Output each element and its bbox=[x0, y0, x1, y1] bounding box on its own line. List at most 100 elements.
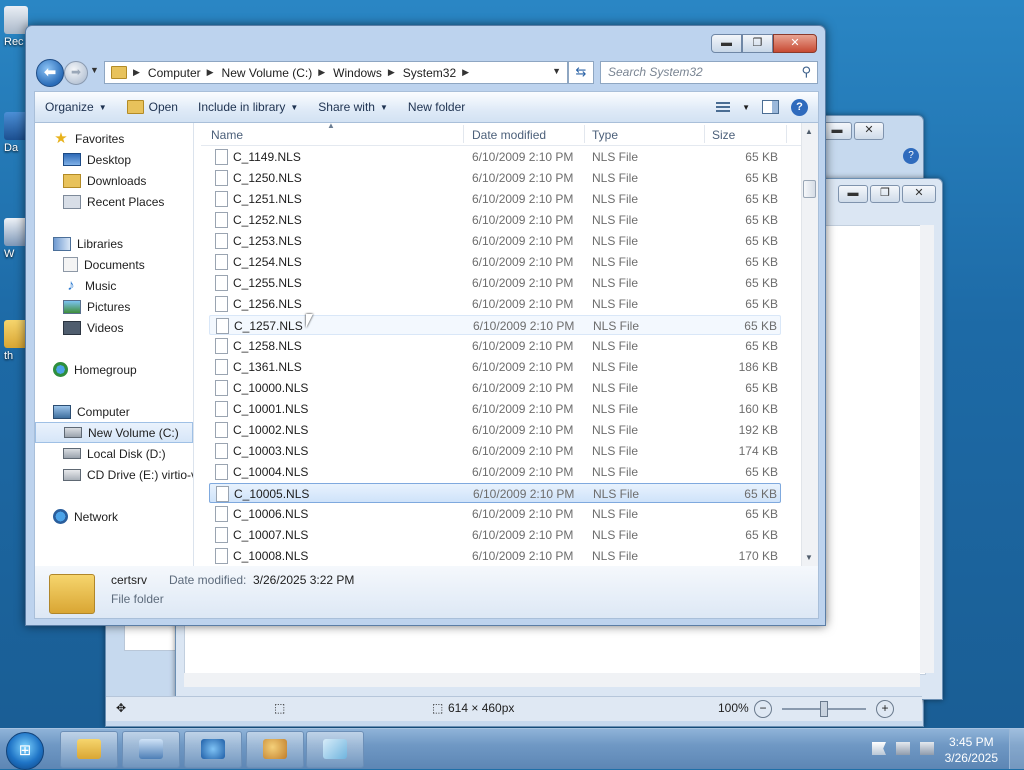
maximize-button[interactable]: ❐ bbox=[742, 34, 773, 53]
close-icon[interactable]: ✕ bbox=[902, 185, 936, 203]
close-icon[interactable]: ✕ bbox=[854, 122, 884, 140]
file-row[interactable]: C_1250.NLS 6/10/2009 2:10 PM NLS File 65 KB bbox=[209, 168, 781, 188]
file-row[interactable]: C_10003.NLS 6/10/2009 2:10 PM NLS File 174 … bbox=[209, 441, 781, 461]
nav-pictures[interactable]: Pictures bbox=[35, 296, 193, 317]
file-row[interactable]: C_1361.NLS 6/10/2009 2:10 PM NLS File 186 K… bbox=[209, 357, 781, 377]
open-button[interactable]: Open bbox=[117, 100, 188, 114]
column-header-date-modified[interactable]: Date modified bbox=[472, 128, 546, 142]
file-row[interactable]: C_1255.NLS 6/10/2009 2:10 PM NLS File 65 KB bbox=[209, 273, 781, 293]
new-folder-button[interactable]: New folder bbox=[398, 100, 475, 114]
nav-network[interactable]: Network bbox=[35, 506, 193, 527]
refresh-button[interactable]: ⇆ bbox=[568, 61, 594, 84]
breadcrumb-new-volume[interactable]: New Volume (C:) bbox=[222, 66, 313, 80]
volume-muted-icon[interactable] bbox=[920, 742, 934, 755]
breadcrumb-windows[interactable]: Windows bbox=[333, 66, 382, 80]
nav-documents[interactable]: Documents bbox=[35, 254, 193, 275]
horizontal-scrollbar[interactable] bbox=[184, 673, 920, 687]
minimize-button[interactable]: ▬ bbox=[711, 34, 742, 53]
help-icon[interactable]: ? bbox=[903, 148, 919, 164]
nav-desktop[interactable]: Desktop bbox=[35, 149, 193, 170]
chevron-right-icon[interactable]: ▶ bbox=[388, 67, 395, 78]
file-row[interactable]: C_10001.NLS 6/10/2009 2:10 PM NLS File 160 … bbox=[209, 399, 781, 419]
taskbar-notepad-button[interactable] bbox=[306, 731, 364, 768]
include-in-library-button[interactable]: Include in library ▼ bbox=[188, 100, 308, 114]
maximize-icon[interactable]: ❐ bbox=[870, 185, 900, 203]
file-row[interactable]: C_10005.NLS 6/10/2009 2:10 PM NLS File 65 K… bbox=[209, 483, 781, 503]
chevron-right-icon[interactable]: ▶ bbox=[462, 67, 469, 78]
file-row[interactable]: C_10008.NLS 6/10/2009 2:10 PM NLS File 170 … bbox=[209, 546, 781, 566]
column-header-name[interactable]: Name bbox=[211, 128, 243, 142]
taskbar-paint-button[interactable] bbox=[246, 731, 304, 768]
address-history-chevron-down-icon[interactable]: ▼ bbox=[552, 66, 561, 76]
recent-pages-chevron-down-icon[interactable]: ▼ bbox=[90, 65, 99, 75]
help-icon[interactable]: ? bbox=[791, 98, 808, 116]
network-status-icon[interactable] bbox=[896, 742, 910, 755]
column-header-size[interactable]: Size bbox=[712, 128, 735, 142]
share-with-button[interactable]: Share with ▼ bbox=[308, 100, 398, 114]
nav-downloads[interactable]: Downloads bbox=[35, 170, 193, 191]
file-row[interactable]: C_10000.NLS 6/10/2009 2:10 PM NLS File 65 K… bbox=[209, 378, 781, 398]
file-row[interactable]: C_10006.NLS 6/10/2009 2:10 PM NLS File 65 K… bbox=[209, 504, 781, 524]
search-icon[interactable]: ⚲ bbox=[801, 64, 811, 80]
start-button[interactable]: ⊞ bbox=[6, 732, 44, 770]
file-row[interactable]: C_1256.NLS 6/10/2009 2:10 PM NLS File 65 KB bbox=[209, 294, 781, 314]
search-input[interactable]: Search System32 bbox=[608, 65, 703, 79]
taskbar-explorer-button[interactable] bbox=[60, 731, 118, 768]
show-desktop-button[interactable] bbox=[1009, 729, 1024, 769]
search-box[interactable]: Search System32 ⚲ bbox=[600, 61, 818, 84]
nav-cd-drive[interactable]: CD Drive (E:) virtio-v bbox=[35, 464, 193, 485]
preview-pane-icon[interactable] bbox=[762, 100, 779, 114]
address-bar[interactable]: ▶ Computer ▶ New Volume (C:) ▶ Windows ▶… bbox=[104, 61, 568, 84]
file-row[interactable]: C_1251.NLS 6/10/2009 2:10 PM NLS File 65 KB bbox=[209, 189, 781, 209]
clock[interactable]: 3:45 PM 3/26/2025 bbox=[945, 734, 998, 766]
column-divider[interactable] bbox=[584, 125, 585, 143]
file-row[interactable]: C_10007.NLS 6/10/2009 2:10 PM NLS File 65 K… bbox=[209, 525, 781, 545]
chevron-right-icon[interactable]: ▶ bbox=[207, 67, 214, 78]
close-button[interactable]: ✕ bbox=[773, 34, 817, 53]
nav-music[interactable]: ♪ Music bbox=[35, 275, 193, 296]
action-center-flag-icon[interactable] bbox=[872, 742, 886, 755]
navigation-pane[interactable]: ★ Favorites Desktop Downloads Recent Plac… bbox=[35, 123, 194, 567]
vertical-scrollbar[interactable]: ▲ ▼ bbox=[801, 123, 818, 567]
file-row[interactable]: C_1254.NLS 6/10/2009 2:10 PM NLS File 65 KB bbox=[209, 252, 781, 272]
organize-button[interactable]: Organize ▼ bbox=[35, 100, 117, 114]
view-details-icon[interactable] bbox=[716, 101, 731, 113]
zoom-out-icon[interactable]: − bbox=[754, 700, 772, 718]
taskbar-network-button[interactable] bbox=[184, 731, 242, 768]
explorer-window[interactable]: ▬ ❐ ✕ ⬅ ➡ ▼ ▶ Computer ▶ New Volume (C:)… bbox=[25, 25, 826, 626]
nav-computer[interactable]: Computer bbox=[35, 401, 193, 422]
nav-libraries[interactable]: Libraries bbox=[35, 233, 193, 254]
chevron-right-icon[interactable]: ▶ bbox=[318, 67, 325, 78]
column-divider[interactable] bbox=[786, 125, 787, 143]
vertical-scrollbar[interactable] bbox=[920, 225, 934, 673]
file-row[interactable]: C_1258.NLS 6/10/2009 2:10 PM NLS File 65 KB bbox=[209, 336, 781, 356]
nav-videos[interactable]: Videos bbox=[35, 317, 193, 338]
breadcrumb-system32[interactable]: System32 bbox=[403, 66, 456, 80]
zoom-in-icon[interactable]: + bbox=[876, 700, 894, 718]
forward-button[interactable]: ➡ bbox=[64, 61, 88, 85]
scrollbar-thumb[interactable] bbox=[803, 180, 816, 198]
taskbar-server-manager-button[interactable] bbox=[122, 731, 180, 768]
nav-local-disk[interactable]: Local Disk (D:) bbox=[35, 443, 193, 464]
column-header-type[interactable]: Type bbox=[592, 128, 618, 142]
scroll-down-arrow-icon[interactable]: ▼ bbox=[805, 553, 813, 562]
nav-recent-places[interactable]: Recent Places bbox=[35, 191, 193, 212]
back-button[interactable]: ⬅ bbox=[36, 59, 64, 87]
minimize-icon[interactable]: ▬ bbox=[838, 185, 868, 203]
column-divider[interactable] bbox=[704, 125, 705, 143]
file-row[interactable]: C_10004.NLS 6/10/2009 2:10 PM NLS File 65 K… bbox=[209, 462, 781, 482]
view-chevron-down-icon[interactable]: ▼ bbox=[742, 103, 750, 112]
file-row[interactable]: C_1257.NLS 6/10/2009 2:10 PM NLS File 65 KB bbox=[209, 315, 781, 335]
breadcrumb-computer[interactable]: Computer bbox=[148, 66, 201, 80]
file-list[interactable]: ▲ Name Date modified Type Size C_1149.NL… bbox=[201, 123, 818, 567]
chevron-right-icon[interactable]: ▶ bbox=[133, 67, 140, 78]
nav-homegroup[interactable]: Homegroup bbox=[35, 359, 193, 380]
file-row[interactable]: C_1253.NLS 6/10/2009 2:10 PM NLS File 65 KB bbox=[209, 231, 781, 251]
minimize-icon[interactable]: ▬ bbox=[822, 122, 852, 140]
nav-new-volume[interactable]: New Volume (C:) bbox=[35, 422, 193, 443]
nav-favorites[interactable]: ★ Favorites bbox=[35, 128, 193, 149]
scroll-up-arrow-icon[interactable]: ▲ bbox=[805, 127, 813, 136]
file-row[interactable]: C_1149.NLS 6/10/2009 2:10 PM NLS File 65 KB bbox=[209, 147, 781, 167]
zoom-slider-thumb[interactable] bbox=[820, 701, 828, 717]
file-row[interactable]: C_1252.NLS 6/10/2009 2:10 PM NLS File 65 KB bbox=[209, 210, 781, 230]
